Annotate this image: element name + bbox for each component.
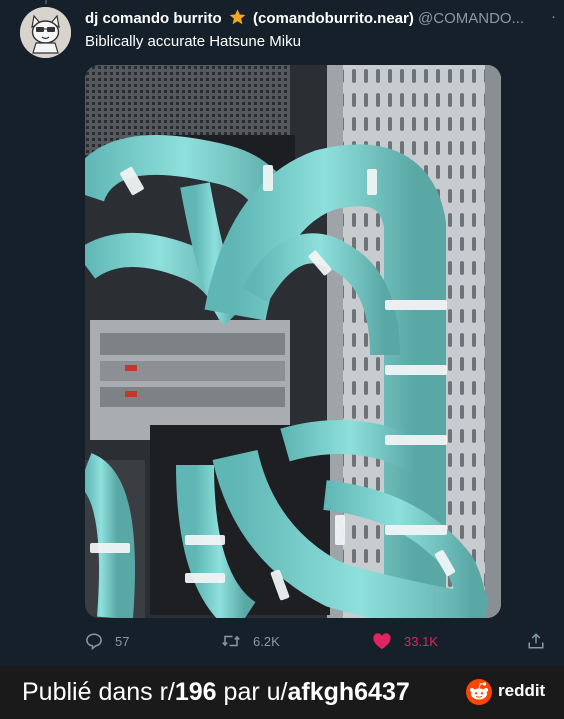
share-icon xyxy=(528,633,544,649)
thread-line xyxy=(45,0,47,4)
subreddit-name[interactable]: 196 xyxy=(175,678,217,706)
heart-icon xyxy=(373,633,391,650)
server-rack-cables-photo xyxy=(85,65,501,618)
reply-action[interactable]: 57 xyxy=(85,632,129,650)
user-handle[interactable]: @COMANDO... xyxy=(418,10,524,27)
avatar[interactable] xyxy=(20,7,71,58)
retweet-icon xyxy=(222,635,240,647)
repost-attribution: Publié dans r/196 par u/afkgh6437 xyxy=(22,678,410,707)
star-icon xyxy=(229,9,246,25)
display-name[interactable]: dj comando burrito xyxy=(85,10,222,27)
attribution-prefix: Publié dans r/ xyxy=(22,678,175,706)
tweet[interactable]: dj comando burrito (comandoburrito.near)… xyxy=(0,0,564,666)
like-count: 33.1K xyxy=(404,633,438,649)
retweet-count: 6.2K xyxy=(253,633,280,649)
share-action[interactable] xyxy=(527,632,557,650)
reddit-wordmark: reddit xyxy=(498,681,546,700)
attribution-middle: par u/ xyxy=(216,678,288,706)
reply-icon xyxy=(86,633,102,650)
like-action[interactable]: 33.1K xyxy=(372,632,438,650)
more-dot: · xyxy=(551,8,556,25)
reddit-username[interactable]: afkgh6437 xyxy=(287,678,409,706)
tweet-photo[interactable] xyxy=(85,65,501,618)
retweet-action[interactable]: 6.2K xyxy=(221,632,280,650)
tweet-text: Biblically accurate Hatsune Miku xyxy=(85,33,301,50)
cat-avatar-icon xyxy=(20,7,71,58)
display-name-suffix[interactable]: (comandoburrito.near) xyxy=(253,10,414,27)
repost-footer: Publié dans r/196 par u/afkgh6437 reddit xyxy=(0,666,564,719)
tweet-header: dj comando burrito (comandoburrito.near)… xyxy=(85,8,556,28)
reply-count: 57 xyxy=(115,633,130,649)
reddit-logo-icon xyxy=(466,679,492,705)
tweet-actions: 57 6.2K 33.1K xyxy=(85,628,545,662)
